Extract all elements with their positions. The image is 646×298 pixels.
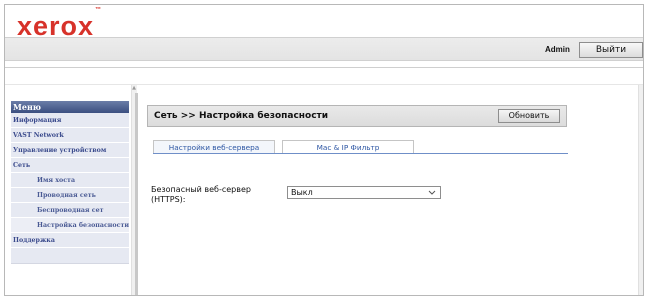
menu-item-security-settings[interactable]: Настройка безопасности [11,218,129,233]
menu-item-support[interactable]: Поддержка [11,233,129,248]
panel-divider [135,93,138,295]
menu-item-vast-network[interactable]: VAST Network [11,128,129,143]
user-label: Admin [545,45,570,54]
menu-footer [11,248,129,264]
refresh-button[interactable]: Обновить [498,109,560,123]
https-field-label: Безопасный веб-сервер (HTTPS): [151,185,291,205]
section-title-bar: Сеть >> Настройка безопасности Обновить [147,105,567,127]
menu-item-network[interactable]: Сеть [11,158,129,173]
menu-item-wired-network[interactable]: Проводная сеть [11,188,129,203]
menu-item-info[interactable]: Информация [11,113,129,128]
https-select-value: Выкл [291,188,313,197]
logout-button[interactable]: Выйти [579,42,643,58]
menu-item-wireless-network[interactable]: Беспроводная сет [11,203,129,218]
menu-item-device-management[interactable]: Управление устройством [11,143,129,158]
tab-web-server-settings[interactable]: Настройки веб-сервера [153,140,275,154]
https-label-line1: Безопасный веб-сервер [151,185,251,194]
sidebar-menu: Меню Информация VAST Network Управление … [11,101,129,264]
tab-underline [153,153,568,154]
browser-frame: xerox™ Admin Выйти ▲ Меню Информация VAS… [4,4,644,296]
divider-line [5,67,643,68]
right-scrollbar[interactable] [638,85,643,295]
xerox-logo: xerox™ [17,7,103,41]
page-title: Сеть >> Настройка безопасности [154,111,329,121]
chevron-down-icon [428,190,436,195]
menu-header: Меню [11,101,129,113]
https-select[interactable]: Выкл [287,186,441,199]
menu-item-hostname[interactable]: Имя хоста [11,173,129,188]
https-label-line2: (HTTPS): [151,195,186,204]
tab-mac-ip-filter[interactable]: Mac & IP Фильтр [282,140,414,154]
scroll-up-arrow-icon[interactable]: ▲ [131,85,137,93]
divider-line [5,84,643,85]
